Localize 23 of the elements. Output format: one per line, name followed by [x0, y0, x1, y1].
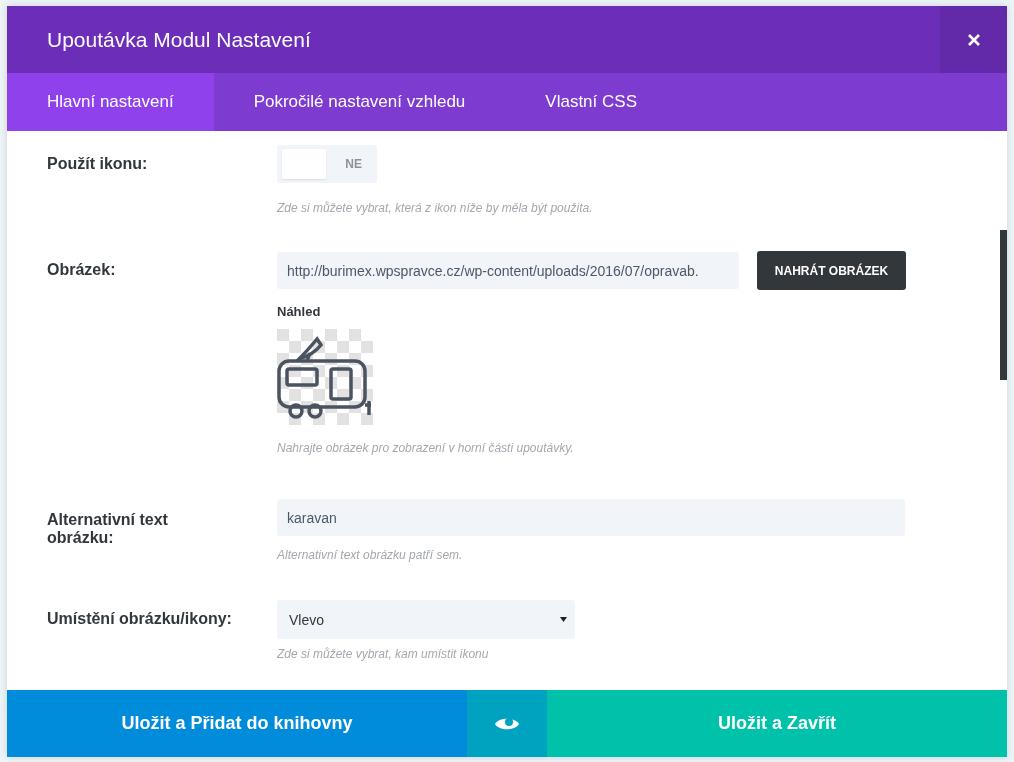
field-label: Umístění obrázku/ikony: — [47, 609, 233, 629]
tab[interactable]: Vlastní CSS — [505, 73, 677, 131]
hint-text: Nahrajte obrázek pro zobrazení v horní části upoutávky. — [277, 441, 574, 455]
caret-icon — [560, 617, 567, 622]
tab[interactable]: Hlavní nastavení — [7, 73, 214, 131]
field-label: Obrázek: — [47, 260, 117, 280]
hint-text: Zde si můžete vybrat, kam umístit ikonu — [277, 647, 489, 661]
field-label: Alternativní text obrázku: — [47, 510, 169, 548]
close-icon — [966, 32, 981, 47]
preview-label: Náhled — [277, 304, 321, 319]
hint-text: Alternativní text obrázku patří sem. — [277, 548, 463, 562]
window-title: Upoutávka Modul Nastavení — [47, 27, 311, 52]
upload-button[interactable]: NAHRÁT OBRÁZEK — [757, 251, 906, 290]
tab[interactable]: Pokročilé nastavení vzhledu — [213, 73, 506, 131]
text-field[interactable]: karavan — [277, 499, 905, 536]
hint-text: Zde si můžete vybrat, která z ikon níže by měla být použita. — [277, 201, 593, 215]
url-field[interactable]: http://burimex.wpspravce.cz/wp-content/uploads/2016/07/opravab. — [277, 252, 739, 289]
close-button[interactable] — [940, 6, 1007, 73]
save-to-library-button[interactable]: Uložit a Přidat do knihovny — [7, 690, 467, 757]
scrollbar[interactable] — [1000, 230, 1007, 380]
dropdown[interactable]: Vlevo — [277, 600, 575, 639]
field-label: Použít ikonu: — [47, 154, 149, 174]
preview-button[interactable] — [467, 690, 547, 757]
